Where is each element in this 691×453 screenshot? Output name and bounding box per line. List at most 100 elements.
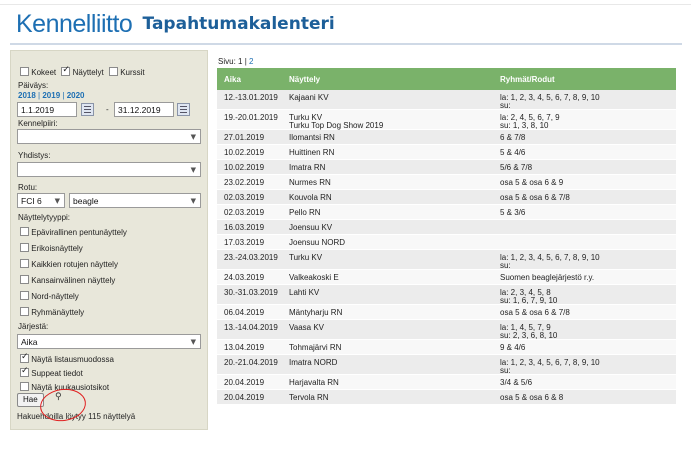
- event-name[interactable]: Tohmajärvi RN: [289, 344, 341, 352]
- column-header-aika[interactable]: Aika: [224, 75, 241, 84]
- chevron-down-icon: ▼: [190, 338, 196, 346]
- table-row[interactable]: 23.-24.03.2019 Turku KV la: 1, 2, 3, 4, 5,…: [217, 250, 676, 270]
- event-groups: osa 5 & osa 6 & 8: [500, 394, 563, 402]
- year-link-2019[interactable]: 2019: [42, 91, 60, 100]
- event-groups: osa 5 & osa 6 & 7/8: [500, 309, 570, 317]
- checkbox-erikoisnayttely[interactable]: [20, 243, 29, 252]
- calendar-icon[interactable]: [177, 103, 190, 116]
- event-date: 12.-13.01.2019: [224, 93, 278, 102]
- event-groups: la: 1, 2, 3, 4, 5, 6, 7, 8, 9, 10 su:: [500, 254, 600, 270]
- table-row[interactable]: 16.03.2019 Joensuu KV: [217, 220, 676, 235]
- pager-link-2[interactable]: 2: [249, 57, 253, 66]
- year-link-2018[interactable]: 2018: [18, 91, 36, 100]
- event-name[interactable]: Lahti KV: [289, 289, 319, 297]
- event-name[interactable]: Nurmes RN: [289, 179, 331, 187]
- event-name[interactable]: Kajaani KV: [289, 94, 329, 102]
- yhdistys-select[interactable]: ▼: [17, 162, 201, 177]
- event-groups-line: osa 5 & osa 6 & 7/8: [500, 193, 570, 202]
- event-name[interactable]: Valkeakoski E: [289, 274, 339, 282]
- event-groups: la: 1, 2, 3, 4, 5, 6, 7, 8, 9, 10 su:: [500, 359, 600, 375]
- table-row[interactable]: 12.-13.01.2019 Kajaani KV la: 1, 2, 3, 4, …: [217, 90, 676, 110]
- event-name[interactable]: Joensuu KV: [289, 224, 332, 232]
- checkbox-listausmuoto[interactable]: [20, 352, 29, 363]
- event-name[interactable]: Mäntyharju RN: [289, 309, 342, 317]
- table-row[interactable]: 17.03.2019 Joensuu NORD: [217, 235, 676, 250]
- event-groups: la: 1, 2, 3, 4, 5, 6, 7, 8, 9, 10 su:: [500, 94, 600, 110]
- event-date: 13.04.2019: [224, 343, 265, 352]
- table-row[interactable]: 13.04.2019 Tohmajärvi RN 9 & 4/6: [217, 340, 676, 355]
- event-name[interactable]: Huittinen RN: [289, 149, 334, 157]
- checkbox-kokeet-label: Kokeet: [31, 68, 57, 77]
- option-label: Suppeat tiedot: [31, 369, 83, 378]
- event-groups-line: 3/4 & 5/6: [500, 378, 533, 387]
- checkbox-kokeet[interactable]: [20, 67, 29, 76]
- table-row[interactable]: 02.03.2019 Kouvola RN osa 5 & osa 6 & 7/8: [217, 190, 676, 205]
- event-name[interactable]: Vaasa KV: [289, 324, 324, 332]
- event-name-line: Tohmajärvi RN: [289, 343, 342, 352]
- fci-group-value: FCI 6: [21, 196, 42, 206]
- table-row[interactable]: 19.-20.01.2019 Turku KV Turku Top Dog Show…: [217, 110, 676, 130]
- filter-panel: Kokeet Näyttelyt Kurssit Päiväys: 2018 |…: [10, 50, 208, 430]
- year-link-2020[interactable]: 2020: [67, 91, 85, 100]
- pin-icon[interactable]: ⚲: [55, 392, 62, 402]
- event-date: 27.01.2019: [224, 133, 265, 142]
- checkbox-nayttelyt[interactable]: [61, 65, 71, 76]
- table-row[interactable]: 20.-21.04.2019 Imatra NORD la: 1, 2, 3, 4,…: [217, 355, 676, 375]
- event-name[interactable]: Ilomantsi RN: [289, 134, 335, 142]
- table-row[interactable]: 27.01.2019 Ilomantsi RN 6 & 7/8: [217, 130, 676, 145]
- event-groups: la: 2, 3, 4, 5, 8 su: 1, 6, 7, 9, 10: [500, 289, 557, 305]
- event-name-line: Harjavalta RN: [289, 378, 339, 387]
- option-row: Näytä listausmuodossa: [20, 352, 114, 364]
- event-groups-line: 5/6 & 7/8: [500, 163, 533, 172]
- event-name[interactable]: Turku KV: [289, 254, 322, 262]
- event-name[interactable]: Harjavalta RN: [289, 379, 339, 387]
- table-row[interactable]: 02.03.2019 Pello RN 5 & 3/6: [217, 205, 676, 220]
- year-links: 2018 | 2019 | 2020: [18, 91, 84, 100]
- checkbox-suppeat-tiedot[interactable]: [20, 366, 29, 377]
- header-divider: [10, 43, 682, 45]
- checkbox-nord-nayttely[interactable]: [20, 291, 29, 300]
- table-row[interactable]: 30.-31.03.2019 Lahti KV la: 2, 3, 4, 5, 8s…: [217, 285, 676, 305]
- sort-label: Järjestä:: [18, 322, 49, 331]
- event-name[interactable]: Turku KV Turku Top Dog Show 2019: [289, 114, 383, 130]
- kennelliitto-logo[interactable]: Kennelliitto: [16, 10, 133, 39]
- event-name[interactable]: Tervola RN: [289, 394, 329, 402]
- event-name-line: Kouvola RN: [289, 193, 332, 202]
- column-header-ryhmat[interactable]: Ryhmät/Rodut: [500, 75, 555, 84]
- breed-select[interactable]: beagle ▼: [69, 193, 201, 208]
- event-groups-line: 6 & 7/8: [500, 133, 526, 142]
- table-row[interactable]: 23.02.2019 Nurmes RN osa 5 & osa 6 & 9: [217, 175, 676, 190]
- date-to-input[interactable]: 31.12.2019: [114, 102, 174, 117]
- checkbox-kuukausiotsikot[interactable]: [20, 382, 29, 391]
- event-name-line: Nurmes RN: [289, 178, 331, 187]
- events-table: Aika Näyttely Ryhmät/Rodut 12.-13.01.201…: [217, 68, 676, 405]
- option-row: Suppeat tiedot: [20, 366, 83, 378]
- date-from-input[interactable]: 1.1.2019: [17, 102, 77, 117]
- fci-group-select[interactable]: FCI 6 ▼: [17, 193, 65, 208]
- checkbox-pentunayttely[interactable]: [20, 227, 29, 236]
- calendar-icon[interactable]: [81, 103, 94, 116]
- checkbox-kansainvalinen[interactable]: [20, 275, 29, 284]
- event-name[interactable]: Kouvola RN: [289, 194, 332, 202]
- checkbox-kurssit[interactable]: [108, 67, 118, 76]
- event-date: 13.-14.04.2019: [224, 323, 278, 332]
- checkbox-ryhmanayttely[interactable]: [20, 307, 29, 316]
- table-row[interactable]: 24.03.2019 Valkeakoski E Suomen beaglejärj…: [217, 270, 676, 285]
- event-name[interactable]: Imatra RN: [289, 164, 325, 172]
- table-row[interactable]: 20.04.2019 Tervola RN osa 5 & osa 6 & 8: [217, 390, 676, 405]
- column-header-nayttely[interactable]: Näyttely: [289, 75, 320, 84]
- checkbox-kaikkien-rotujen[interactable]: [20, 259, 29, 268]
- table-row[interactable]: 06.04.2019 Mäntyharju RN osa 5 & osa 6 & 7…: [217, 305, 676, 320]
- sort-select[interactable]: Aika ▼: [17, 334, 201, 349]
- table-row[interactable]: 13.-14.04.2019 Vaasa KV la: 1, 4, 5, 7, 9s…: [217, 320, 676, 340]
- kennelpiiri-select[interactable]: ▼: [17, 129, 201, 144]
- year-separator: |: [62, 91, 65, 100]
- table-row[interactable]: 20.04.2019 Harjavalta RN 3/4 & 5/6: [217, 375, 676, 390]
- event-name[interactable]: Joensuu NORD: [289, 239, 345, 247]
- event-name-line: Vaasa KV: [289, 323, 324, 332]
- table-row[interactable]: 10.02.2019 Imatra RN 5/6 & 7/8: [217, 160, 676, 175]
- event-name-line: Huittinen RN: [289, 148, 335, 157]
- event-name[interactable]: Imatra NORD: [289, 359, 337, 367]
- event-name[interactable]: Pello RN: [289, 209, 321, 217]
- table-row[interactable]: 10.02.2019 Huittinen RN 5 & 4/6: [217, 145, 676, 160]
